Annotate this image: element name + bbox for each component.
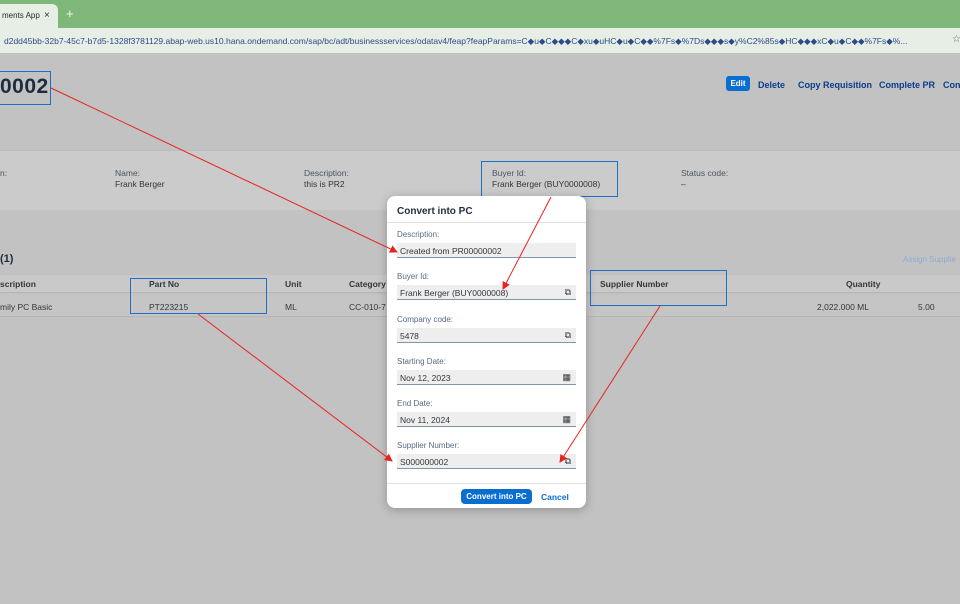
part-no-highlight-box xyxy=(130,278,267,314)
supplier-number-field-value: S000000002 xyxy=(400,457,449,467)
dialog-footer-divider xyxy=(387,483,586,484)
dialog-divider xyxy=(387,222,586,223)
address-bar[interactable]: d2dd45bb-32b7-45c7-b7d5-1328f3781129.aba… xyxy=(0,28,960,54)
end-date-field-value: Nov 11, 2024 xyxy=(400,415,450,425)
company-code-field[interactable]: 5478 ⧉ xyxy=(397,328,576,343)
cancel-button[interactable]: Cancel xyxy=(541,492,569,502)
status-code-value: – xyxy=(681,179,686,189)
cell-description: mily PC Basic xyxy=(0,302,53,312)
col-unit[interactable]: Unit xyxy=(285,279,302,289)
description-label: Description: xyxy=(304,168,349,178)
value-help-icon[interactable]: ⧉ xyxy=(565,330,571,341)
calendar-icon[interactable]: ▦ xyxy=(562,414,571,425)
value-help-icon[interactable]: ⧉ xyxy=(565,456,571,467)
tab-title: ments App xyxy=(2,11,40,20)
dialog-title: Convert into PC xyxy=(397,206,473,217)
col-quantity[interactable]: Quantity xyxy=(846,279,880,289)
name-value: Frank Berger xyxy=(115,179,165,189)
end-date-field[interactable]: Nov 11, 2024 ▦ xyxy=(397,412,576,427)
cell-unit: ML xyxy=(285,302,297,312)
supplier-highlight-box xyxy=(590,270,727,306)
supplier-number-field[interactable]: S000000002 ⧉ xyxy=(397,454,576,469)
cell-quantity: 2,022.000 ML xyxy=(817,302,869,312)
new-tab-icon[interactable]: + xyxy=(66,6,74,21)
bookmark-star-icon[interactable]: ☆ xyxy=(952,34,960,45)
starting-date-field-value: Nov 12, 2023 xyxy=(400,373,451,383)
delete-button[interactable]: Delete xyxy=(758,80,785,90)
url-text[interactable]: d2dd45bb-32b7-45c7-b7d5-1328f3781129.aba… xyxy=(4,36,907,47)
items-section-title: (1) xyxy=(0,253,14,265)
description-value: this is PR2 xyxy=(304,179,345,189)
starting-date-field[interactable]: Nov 12, 2023 ▦ xyxy=(397,370,576,385)
more-action-button[interactable]: Con xyxy=(943,80,960,90)
edit-button[interactable]: Edit xyxy=(726,76,750,91)
title-highlight-box xyxy=(0,71,51,105)
field-label: n: xyxy=(0,168,8,178)
buyer-id-field-value: Frank Berger (BUY0000008) xyxy=(400,288,509,298)
convert-into-pc-button[interactable]: Convert into PC xyxy=(461,489,532,504)
assign-supplier-button[interactable]: Assign Supplie xyxy=(903,255,956,264)
name-label: Name: xyxy=(115,168,141,178)
col-description[interactable]: scription xyxy=(0,279,36,289)
company-code-label: Company code: xyxy=(397,315,454,324)
buyer-id-field[interactable]: Frank Berger (BUY0000008) ⧉ xyxy=(397,285,576,300)
copy-requisition-button[interactable]: Copy Requisition xyxy=(798,80,872,90)
end-date-label: End Date: xyxy=(397,399,433,408)
company-code-field-value: 5478 xyxy=(400,331,419,341)
cell-category: CC-010-7 xyxy=(349,302,386,312)
complete-pr-button[interactable]: Complete PR xyxy=(879,80,935,90)
supplier-number-label: Supplier Number: xyxy=(397,441,460,450)
status-code-label: Status code: xyxy=(681,168,729,178)
browser-tab-bar: ments App × + xyxy=(0,0,960,28)
buyer-id-label: Buyer Id: xyxy=(397,272,430,281)
description-field-value: Created from PR00000002 xyxy=(400,246,502,256)
close-tab-icon[interactable]: × xyxy=(44,10,50,21)
buyer-highlight-box xyxy=(481,161,618,197)
cell-price: 5.00 xyxy=(918,302,935,312)
col-category[interactable]: Category xyxy=(349,279,386,289)
value-help-icon[interactable]: ⧉ xyxy=(565,287,571,298)
description-label: Description: xyxy=(397,230,440,239)
starting-date-label: Starting Date: xyxy=(397,357,446,366)
description-field[interactable]: Created from PR00000002 xyxy=(397,243,576,258)
convert-into-pc-dialog: Convert into PC Description: Created fro… xyxy=(387,196,586,508)
browser-tab[interactable]: ments App × xyxy=(0,4,58,28)
calendar-icon[interactable]: ▦ xyxy=(562,372,571,383)
